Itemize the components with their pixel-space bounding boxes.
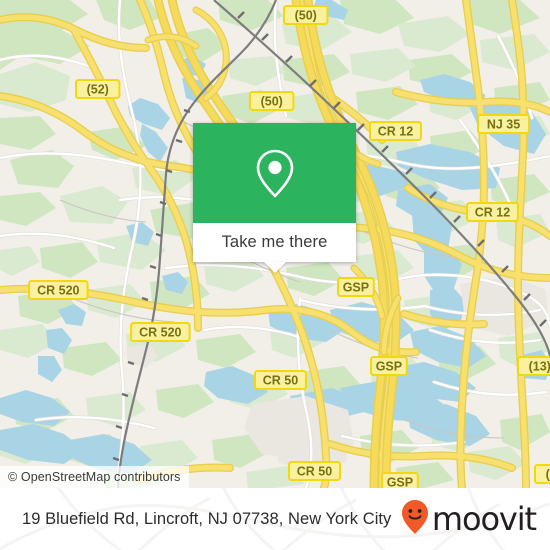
moovit-map-screenshot: .green { fill:#cfe6c0; } .green2 { fill:… — [0, 0, 550, 550]
road-shield-text: (52) — [87, 83, 109, 97]
card-hero-area — [193, 123, 356, 223]
road-shield-text: NJ 35 — [487, 118, 520, 132]
road-shield: CR 520 — [28, 280, 89, 300]
moovit-pin-logo-icon — [400, 499, 430, 540]
road-shield-text: GSP — [376, 360, 402, 374]
osm-attribution[interactable]: © OpenStreetMap contributors — [0, 466, 189, 488]
road-shield-text: CR 520 — [139, 326, 181, 340]
road-shield-text: (50) — [261, 95, 283, 109]
moovit-wordmark: moovit — [431, 500, 537, 538]
road-shield-text: GSP — [343, 281, 369, 295]
road-shield-text: (13) — [529, 360, 550, 374]
road-shield: GSP — [381, 472, 419, 488]
moovit-logo[interactable]: moovit — [400, 499, 537, 540]
take-me-there-label: Take me there — [221, 233, 328, 251]
road-shield: (52) — [75, 79, 121, 99]
footer-content: 19 Bluefield Rd, Lincroft, NJ 07738, New… — [0, 488, 550, 550]
road-shield: CR 520 — [130, 322, 191, 342]
road-shield-text: GSP — [387, 476, 413, 488]
road-shield: (13) — [517, 356, 550, 376]
road-shield-text: CR 12 — [475, 206, 510, 220]
road-shield: NJ 35 — [477, 114, 530, 134]
road-shield: CR 50 — [288, 461, 341, 481]
road-shield: (13) — [534, 464, 550, 484]
road-shield: CR 12 — [369, 121, 422, 141]
road-shield: GSP — [370, 356, 408, 376]
location-pin-icon — [252, 147, 298, 199]
road-shield: (50) — [249, 91, 295, 111]
card-action-area[interactable]: Take me there — [193, 223, 356, 273]
callout-tail — [263, 262, 286, 273]
road-shield-text: CR 520 — [37, 284, 79, 298]
road-shield-text: (13) — [546, 468, 550, 482]
road-shield: (50) — [283, 5, 329, 25]
road-shield: GSP — [337, 277, 375, 297]
destination-callout-card[interactable]: Take me there — [193, 123, 356, 273]
footer-bar: 19 Bluefield Rd, Lincroft, NJ 07738, New… — [0, 488, 550, 550]
road-shield-text: CR 50 — [297, 465, 332, 479]
road-shield-text: CR 12 — [378, 125, 413, 139]
address-text: 19 Bluefield Rd, Lincroft, NJ 07738, New… — [22, 509, 392, 528]
road-shield: CR 50 — [254, 370, 307, 390]
road-shield-text: (50) — [295, 9, 317, 23]
road-shield: CR 12 — [466, 202, 519, 222]
road-shield-text: CR 50 — [263, 374, 298, 388]
